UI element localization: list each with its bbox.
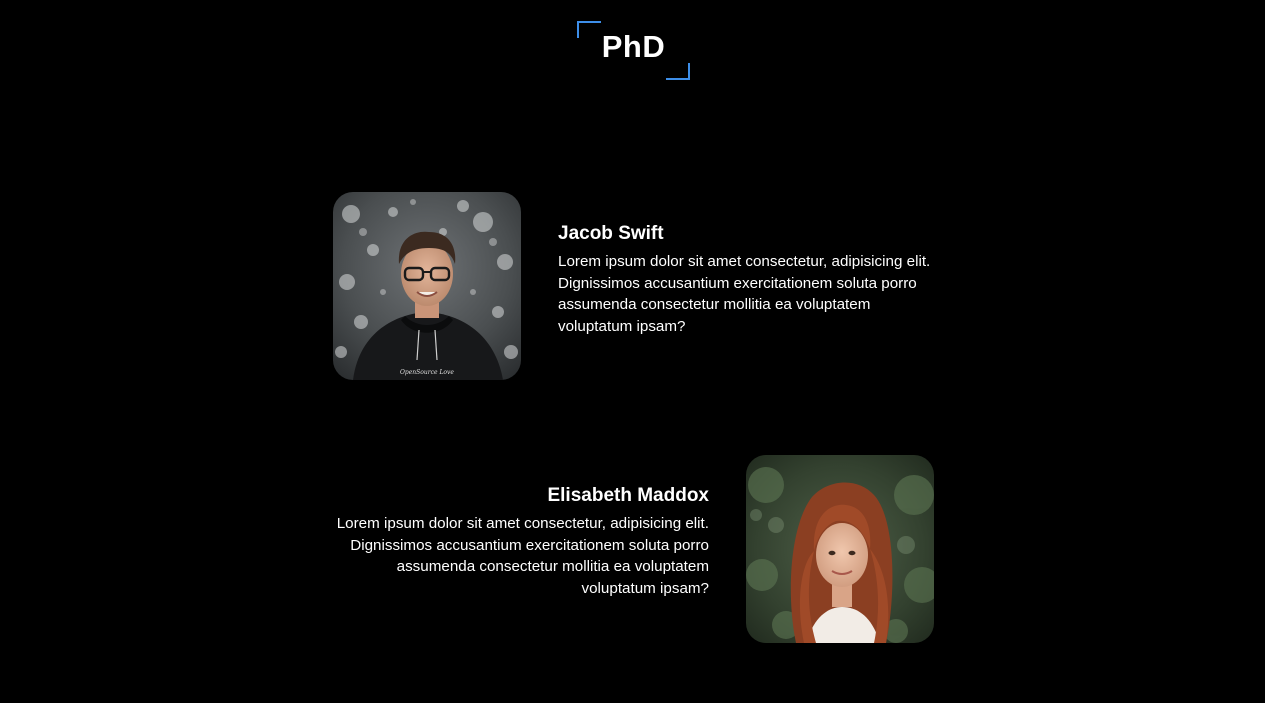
woman-portrait-photo-icon <box>746 455 934 643</box>
member-name: Elisabeth Maddox <box>547 485 709 506</box>
team-member-card: OpenSource Love Jacob Swift Lorem ipsum … <box>333 192 935 380</box>
member-bio: Lorem ipsum dolor sit amet consectetur, … <box>558 253 931 335</box>
member-bio: Lorem ipsum dolor sit amet consectetur, … <box>336 515 709 597</box>
man-portrait-photo-icon: OpenSource Love <box>333 192 521 380</box>
member-name: Jacob Swift <box>558 223 664 244</box>
team-member-card: Elisabeth Maddox Lorem ipsum dolor sit a… <box>333 455 935 643</box>
section-heading: PhD <box>577 21 690 80</box>
member-photo: OpenSource Love <box>333 192 521 380</box>
corner-bracket-bottom-right <box>666 63 690 80</box>
section-title: PhD <box>601 29 666 64</box>
sweater-print: OpenSource Love <box>400 369 454 376</box>
member-info: Elisabeth Maddox Lorem ipsum dolor sit a… <box>333 485 709 599</box>
page: PhD OpenSource Love Jacob Swift Lorem ip… <box>0 0 1265 703</box>
member-photo <box>746 455 934 643</box>
member-info: Jacob Swift Lorem ipsum dolor sit amet c… <box>558 223 938 337</box>
